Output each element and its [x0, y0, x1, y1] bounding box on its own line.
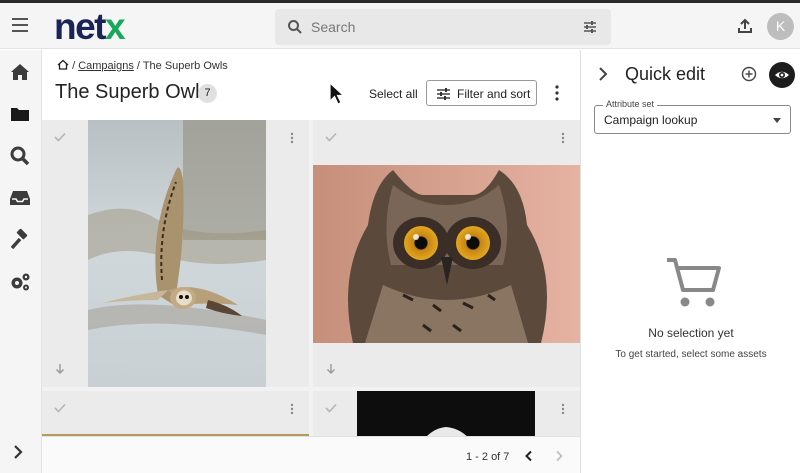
search-icon[interactable] — [8, 144, 32, 168]
search-icon — [288, 20, 302, 34]
netx-logo[interactable]: netx — [54, 7, 126, 47]
asset-menu-icon[interactable] — [290, 132, 294, 144]
download-icon[interactable] — [326, 363, 336, 375]
view-toggle-button[interactable] — [769, 62, 795, 88]
breadcrumb: / Campaigns / The Superb Owls — [57, 58, 228, 72]
folder-icon[interactable] — [8, 102, 32, 126]
asset-menu-icon[interactable] — [561, 403, 565, 415]
collapse-panel-icon[interactable] — [597, 66, 609, 82]
mouse-cursor-icon — [329, 82, 345, 105]
checkbox-icon[interactable] — [54, 403, 66, 413]
asset-count-badge: 7 — [198, 84, 217, 103]
empty-state-title: No selection yet — [648, 326, 734, 340]
select-all-button[interactable]: Select all — [369, 87, 418, 101]
breadcrumb-campaigns-link[interactable]: Campaigns — [78, 60, 134, 72]
asset-thumbnail-eagle-owl[interactable] — [313, 165, 580, 343]
search-bar[interactable]: Search — [275, 9, 611, 45]
checkbox-icon[interactable] — [325, 403, 337, 413]
attribute-set-label: Attribute set — [603, 99, 658, 109]
menu-icon[interactable] — [10, 16, 30, 34]
upload-icon[interactable] — [737, 18, 753, 34]
next-page-icon[interactable] — [554, 450, 564, 462]
breadcrumb-current: The Superb Owls — [142, 60, 228, 72]
quick-edit-title: Quick edit — [625, 64, 706, 84]
asset-grid — [42, 120, 580, 436]
breadcrumb-separator: / — [136, 60, 140, 72]
more-options-icon[interactable] — [552, 84, 562, 102]
filter-sort-button[interactable]: Filter and sort — [426, 80, 537, 106]
inbox-icon[interactable] — [8, 186, 32, 210]
asset-menu-icon[interactable] — [290, 403, 294, 415]
tune-icon — [437, 88, 450, 100]
quick-edit-panel: Quick edit Attribute set Campaign lookup… — [580, 50, 800, 473]
download-icon[interactable] — [55, 363, 65, 375]
pagination-range: 1 - 2 of 7 — [466, 451, 510, 463]
checkbox-icon[interactable] — [54, 132, 66, 142]
user-avatar[interactable]: K — [767, 13, 794, 40]
search-input[interactable]: Search — [311, 19, 355, 35]
breadcrumb-separator: / — [72, 60, 76, 72]
eye-icon — [775, 71, 789, 79]
empty-state-subtitle: To get started, select some assets — [615, 349, 767, 360]
asset-card[interactable] — [313, 120, 580, 387]
chevron-right-icon[interactable] — [11, 444, 25, 460]
gears-icon[interactable] — [8, 270, 32, 294]
asset-card[interactable] — [313, 391, 580, 436]
grid-footer: 1 - 2 of 7 — [42, 436, 580, 473]
dropdown-caret-icon — [773, 118, 781, 123]
search-options-icon[interactable] — [583, 20, 597, 34]
asset-card[interactable] — [42, 391, 309, 436]
asset-menu-icon[interactable] — [561, 132, 565, 144]
home-icon[interactable] — [57, 59, 69, 70]
hammer-icon[interactable] — [8, 228, 32, 252]
asset-thumbnail-dark[interactable] — [357, 391, 535, 436]
previous-page-icon[interactable] — [524, 450, 534, 462]
add-circle-icon[interactable] — [741, 66, 757, 82]
top-bar: netx Search K — [0, 3, 800, 49]
page-title: The Superb Owls — [55, 81, 210, 103]
left-nav — [0, 50, 42, 473]
filter-sort-label: Filter and sort — [457, 87, 531, 101]
attribute-set-select[interactable]: Attribute set Campaign lookup — [594, 99, 791, 134]
attribute-set-value: Campaign lookup — [604, 113, 698, 127]
cart-icon — [667, 258, 721, 307]
asset-card[interactable] — [42, 120, 309, 387]
checkbox-icon[interactable] — [325, 132, 337, 142]
home-icon[interactable] — [8, 60, 32, 84]
asset-thumbnail-flying-owl[interactable] — [88, 120, 266, 387]
